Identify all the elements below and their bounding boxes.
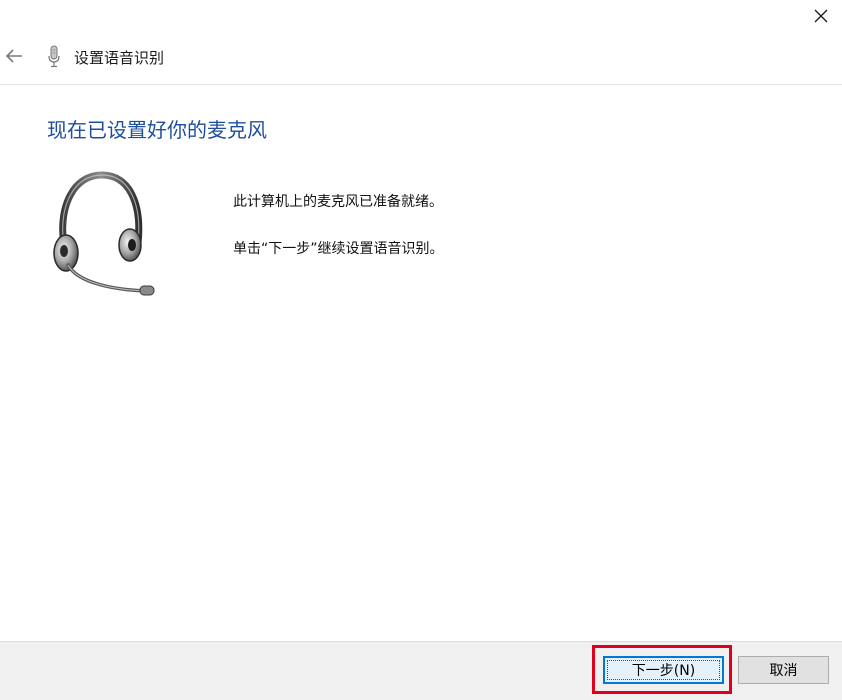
- page-heading: 现在已设置好你的麦克风: [47, 118, 267, 142]
- close-button[interactable]: [800, 0, 842, 32]
- close-icon: [814, 9, 828, 23]
- headset-icon: [53, 171, 155, 296]
- wizard-header: 设置语音识别: [0, 32, 842, 85]
- status-text: 此计算机上的麦克风已准备就绪。: [233, 194, 443, 210]
- microphone-icon: [48, 45, 60, 68]
- wizard-footer: 下一步(N) 取消: [0, 641, 842, 700]
- back-button[interactable]: [2, 44, 26, 68]
- next-button-label: 下一步(N): [631, 663, 696, 679]
- instruction-text: 单击“下一步”继续设置语音识别。: [233, 241, 444, 257]
- window-title: 设置语音识别: [74, 49, 165, 67]
- cancel-button-label: 取消: [769, 663, 798, 679]
- next-button[interactable]: 下一步(N): [603, 656, 724, 684]
- back-arrow-icon: [5, 49, 22, 63]
- cancel-button[interactable]: 取消: [738, 656, 829, 684]
